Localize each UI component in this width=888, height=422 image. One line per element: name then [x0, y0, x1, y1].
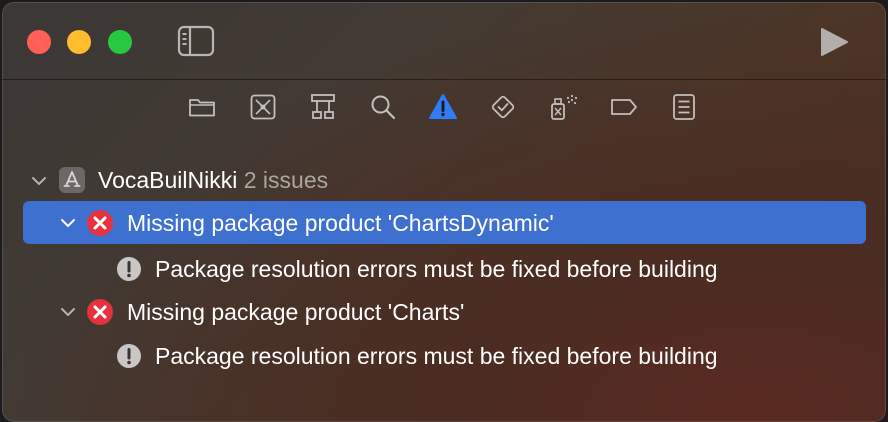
tab-issue-navigator[interactable] — [428, 92, 458, 122]
hierarchy-icon — [311, 94, 335, 119]
issue-detail-row[interactable]: Package resolution errors must be fixed … — [2, 335, 886, 377]
error-icon — [87, 299, 113, 325]
issue-detail-row[interactable]: Package resolution errors must be fixed … — [2, 248, 886, 290]
chevron-down-icon[interactable] — [30, 172, 48, 190]
issue-detail-text: Package resolution errors must be fixed … — [155, 256, 718, 282]
warning-triangle-icon — [429, 94, 457, 119]
tab-project-navigator[interactable] — [187, 92, 217, 122]
minimize-window-button[interactable] — [67, 30, 91, 54]
info-exclamation-icon — [117, 344, 141, 368]
search-icon — [371, 95, 396, 120]
run-button[interactable] — [814, 24, 854, 60]
chevron-down-icon[interactable] — [59, 214, 77, 232]
info-exclamation-icon — [117, 257, 141, 281]
close-window-button[interactable] — [27, 30, 51, 54]
play-icon — [821, 28, 848, 56]
issue-title: Missing package product 'Charts' — [127, 299, 465, 325]
report-list-icon — [673, 94, 695, 120]
zoom-window-button[interactable] — [108, 30, 132, 54]
tab-symbol-navigator[interactable] — [308, 92, 338, 122]
navigator-tab-bar — [2, 84, 886, 134]
tab-find-navigator[interactable] — [368, 92, 398, 122]
titlebar-divider — [2, 79, 886, 80]
debug-spray-icon — [551, 94, 578, 120]
issue-row[interactable]: Missing package product 'ChartsDynamic' — [23, 202, 866, 244]
issue-detail-text: Package resolution errors must be fixed … — [155, 343, 718, 369]
toggle-sidebar-button[interactable] — [174, 24, 218, 58]
title-bar — [2, 2, 886, 78]
issue-title: Missing package product 'ChartsDynamic' — [127, 210, 554, 236]
tab-report-navigator[interactable] — [669, 92, 699, 122]
project-title: VocaBuilNikki 2 issues — [98, 165, 328, 195]
folder-icon — [189, 99, 215, 117]
error-icon — [87, 210, 113, 236]
tab-test-navigator[interactable] — [488, 92, 518, 122]
breakpoint-tag-icon — [611, 99, 637, 115]
test-diamond-icon — [491, 95, 515, 119]
project-name: VocaBuilNikki — [98, 167, 238, 193]
source-control-icon — [250, 94, 276, 120]
tab-debug-navigator[interactable] — [549, 92, 579, 122]
sidebar-icon — [177, 25, 215, 57]
issue-row[interactable]: Missing package product 'Charts' — [2, 291, 886, 333]
tab-source-control-navigator[interactable] — [248, 92, 278, 122]
tab-breakpoint-navigator[interactable] — [609, 92, 639, 122]
chevron-down-icon[interactable] — [59, 303, 77, 321]
app-project-icon — [59, 167, 85, 193]
project-row[interactable]: VocaBuilNikki 2 issues — [2, 160, 886, 202]
issue-count: 2 issues — [243, 167, 329, 193]
xcode-window: VocaBuilNikki 2 issues Missing package p… — [2, 2, 886, 422]
